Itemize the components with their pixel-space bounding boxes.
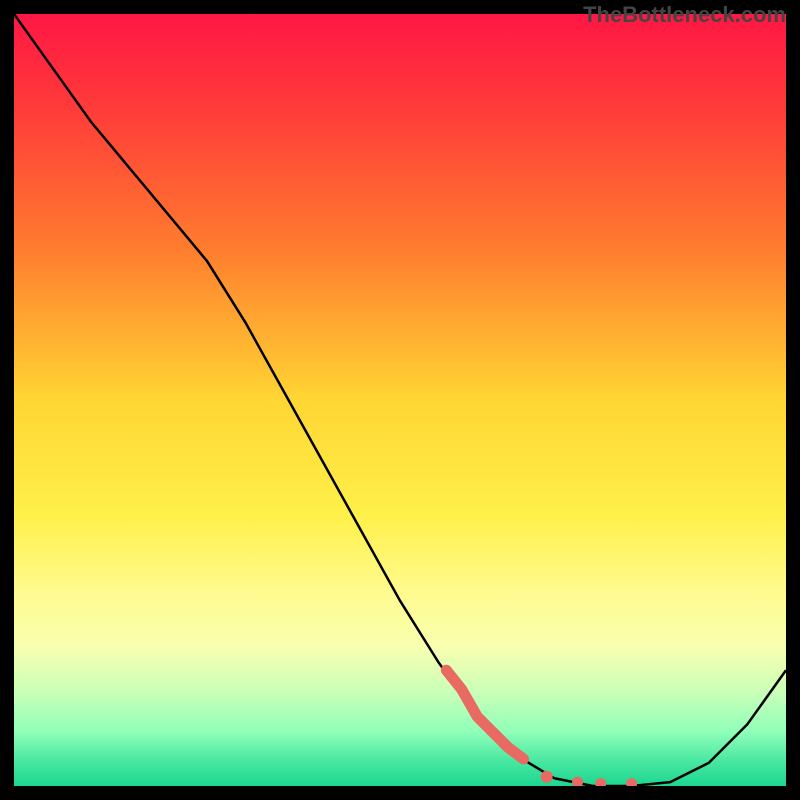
plot-area	[14, 14, 786, 786]
gradient-background	[14, 14, 786, 786]
chart-container: TheBottleneck.com	[0, 0, 800, 800]
highlight-dot	[541, 771, 553, 783]
chart-svg	[14, 14, 786, 786]
watermark-text: TheBottleneck.com	[583, 2, 786, 28]
